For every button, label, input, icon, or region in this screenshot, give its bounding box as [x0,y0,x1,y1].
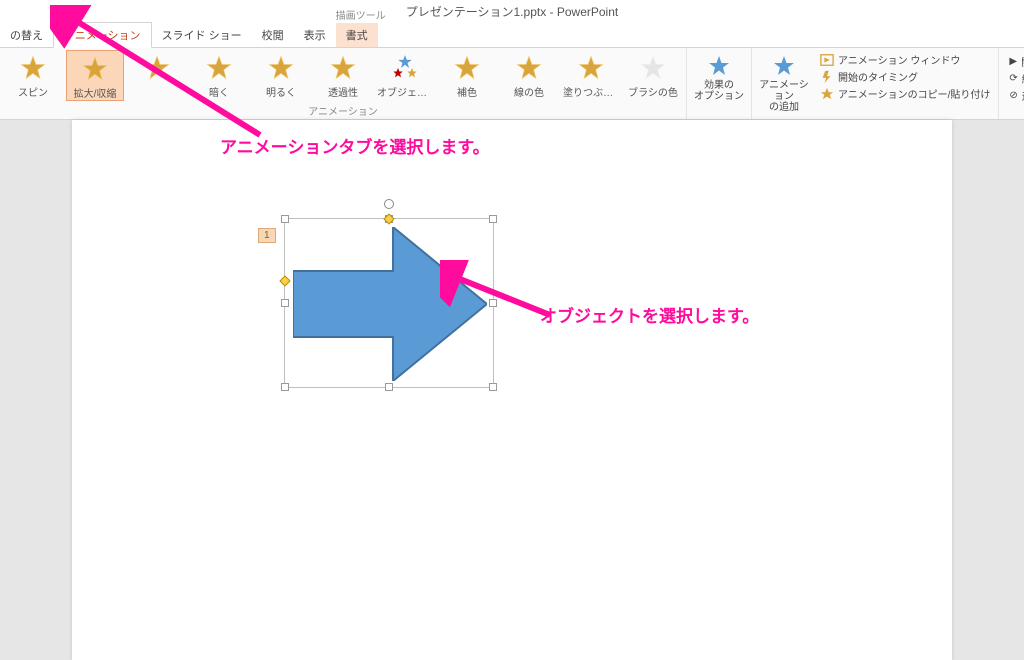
trigger-button[interactable]: 開始のタイミング [820,69,990,84]
animation-pane-label: アニメーション ウィンドウ [838,52,960,67]
timing-panel: ▶ 開始 ⟳ 継続 ⊘ 遅延 [1003,50,1024,107]
resize-handle-tl[interactable] [281,215,289,223]
star-icon [707,54,731,78]
trigger-icon [820,70,834,84]
adjust-handle-1[interactable] [279,275,290,286]
anim-effect-label: 透過性 [328,84,358,99]
contextual-tab-group-label: 描画ツール [336,7,386,22]
star-plus-icon [772,54,796,78]
resize-handle-ml[interactable] [281,299,289,307]
resize-handle-bl[interactable] [281,383,289,391]
anim-effect-8[interactable]: 線の色 [500,50,558,99]
anim-effect-label: スピン [18,84,48,99]
anim-effect-label: 塗りつぶしの色 [563,84,619,99]
trigger-label: 開始のタイミング [838,69,918,84]
animation-painter-label: アニメーションのコピー/貼り付け [838,86,990,101]
animation-painter-button[interactable]: アニメーションのコピー/貼り付け [820,86,990,101]
animation-order-tag[interactable]: 1 [258,228,276,243]
anim-effect-9[interactable]: 塗りつぶしの色 [562,50,620,99]
timing-delay[interactable]: ⊘ 遅延 [1009,88,1024,103]
effect-options-button[interactable]: 効果の オプション [691,50,747,106]
anim-effect-label: オブジェクト… [377,84,433,99]
painter-icon [820,87,834,101]
timing-duration[interactable]: ⟳ 継続 [1009,71,1024,86]
annotation-arrow-1 [50,5,280,145]
anim-effect-7[interactable]: 補色 [438,50,496,99]
add-animation-label: アニメーション の追加 [758,80,810,113]
tab-reorder[interactable]: の替え [0,23,53,47]
annotation-text-object: オブジェクトを選択します。 [540,302,759,327]
anim-effect-6[interactable]: オブジェクト… [376,50,434,99]
anim-effect-label: 補色 [457,84,477,99]
rotation-handle[interactable] [384,199,394,209]
animation-pane-button[interactable]: アニメーション ウィンドウ [820,52,990,67]
annotation-text-tab: アニメーションタブを選択します。 [220,133,490,158]
anim-effect-10: ブラシの色 [624,50,682,99]
effect-options-label: 効果の オプション [694,80,744,102]
slide-canvas[interactable]: 1 [72,120,952,660]
anim-effect-label: 線の色 [514,84,544,99]
resize-handle-bm[interactable] [385,383,393,391]
anim-effect-5[interactable]: 透過性 [314,50,372,99]
add-animation-button[interactable]: アニメーション の追加 [756,50,812,117]
timing-start[interactable]: ▶ 開始 [1009,54,1024,69]
slide-workarea: 1 アニメーションタブを選択します。 オブジェクトを選択します。 [0,120,1024,660]
tab-format[interactable]: 書式 [336,23,378,47]
anim-effect-label: ブラシの色 [628,84,678,99]
resize-handle-br[interactable] [489,383,497,391]
tab-view[interactable]: 表示 [294,23,336,47]
resize-handle-tr[interactable] [489,215,497,223]
pane-icon [820,53,834,67]
